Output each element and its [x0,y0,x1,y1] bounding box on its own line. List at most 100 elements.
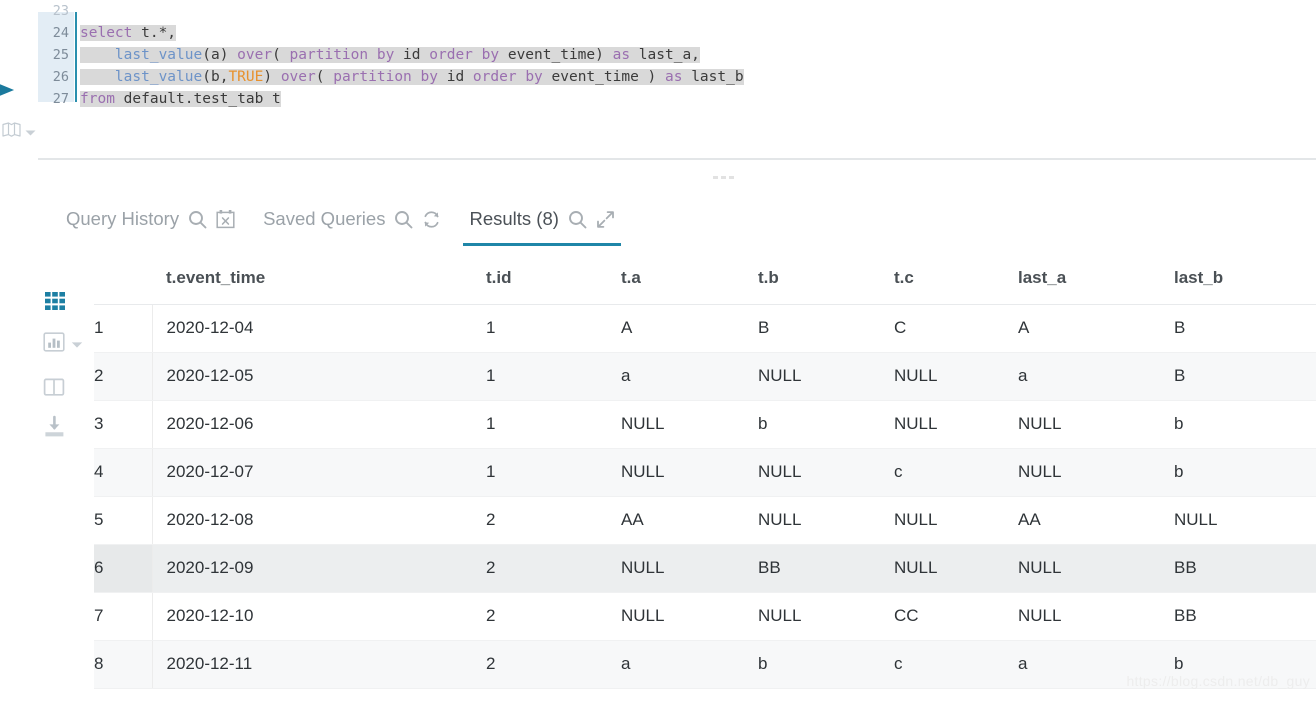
tab-results[interactable]: Results (8) [455,192,628,246]
column-header-last-a[interactable]: last_a [1004,252,1160,305]
search-icon[interactable] [188,210,207,229]
table-row[interactable]: 3 2020-12-06 1 NULL b NULL NULL b [94,400,1316,449]
cell-event-time[interactable]: 2020-12-09 [152,544,472,593]
cell-b[interactable]: NULL [744,352,880,401]
table-row[interactable]: 8 2020-12-11 2 a b c a b [94,640,1316,689]
database-browser-toggle[interactable] [2,122,36,143]
cell-event-time[interactable]: 2020-12-06 [152,400,472,449]
cell-b[interactable]: B [744,304,880,353]
cell-a[interactable]: NULL [607,544,744,593]
cell-last-b[interactable]: b [1160,400,1316,449]
cell-c[interactable]: NULL [880,352,1004,401]
cell-c[interactable]: c [880,448,1004,497]
cell-b[interactable]: b [744,400,880,449]
panel-splitter[interactable] [38,158,1316,160]
cell-last-a[interactable]: a [1004,352,1160,401]
cell-event-time[interactable]: 2020-12-08 [152,496,472,545]
cell-a[interactable]: a [607,640,744,689]
cell-event-time[interactable]: 2020-12-07 [152,448,472,497]
cell-c[interactable]: C [880,304,1004,353]
table-row[interactable]: 2 2020-12-05 1 a NULL NULL a B [94,352,1316,401]
table-row[interactable]: 4 2020-12-07 1 NULL NULL c NULL b [94,448,1316,497]
cell-last-b[interactable]: b [1160,448,1316,497]
cell-id[interactable]: 1 [472,304,607,353]
cell-last-b[interactable]: B [1160,304,1316,353]
cell-b[interactable]: NULL [744,496,880,545]
download-icon[interactable] [38,415,67,439]
cell-b[interactable]: b [744,640,880,689]
cell-event-time[interactable]: 2020-12-11 [152,640,472,689]
expand-icon[interactable] [596,210,615,229]
cell-b[interactable]: NULL [744,592,880,641]
cell-a[interactable]: NULL [607,448,744,497]
cell-b[interactable]: BB [744,544,880,593]
column-header-b[interactable]: t.b [744,252,880,305]
cell-id[interactable]: 2 [472,496,607,545]
cell-last-b[interactable]: NULL [1160,496,1316,545]
tab-label: Results (8) [469,208,559,229]
cell-last-a[interactable]: NULL [1004,592,1160,641]
cell-event-time[interactable]: 2020-12-04 [152,304,472,353]
run-play-icon[interactable] [0,79,18,101]
table-row[interactable]: 6 2020-12-09 2 NULL BB NULL NULL BB [94,544,1316,593]
sql-code-area[interactable]: select t.*, last_value(a) over( partitio… [80,0,1316,160]
calendar-clear-icon[interactable] [216,209,235,229]
column-header-event-time[interactable]: t.event_time [152,252,472,305]
gutter-line-number: 25 [52,47,69,63]
cell-a[interactable]: AA [607,496,744,545]
code-line: select t.*, [80,25,177,41]
cell-last-b[interactable]: B [1160,352,1316,401]
cell-event-time[interactable]: 2020-12-10 [152,592,472,641]
cell-b[interactable]: NULL [744,448,880,497]
cell-c[interactable]: CC [880,592,1004,641]
cell-id[interactable]: 2 [472,640,607,689]
column-header-a[interactable]: t.a [607,252,744,305]
cell-last-a[interactable]: NULL [1004,448,1160,497]
cell-last-a[interactable]: a [1004,640,1160,689]
search-icon[interactable] [394,210,413,229]
cell-id[interactable]: 1 [472,448,607,497]
cell-id[interactable]: 1 [472,352,607,401]
chevron-down-icon[interactable] [71,336,83,354]
chart-view-icon [42,330,66,359]
cell-a[interactable]: NULL [607,592,744,641]
cell-id[interactable]: 2 [472,592,607,641]
results-table-container[interactable]: t.event_time t.id t.a t.b t.c last_a las… [94,252,1316,701]
chevron-down-icon[interactable] [25,124,36,142]
cell-last-a[interactable]: NULL [1004,400,1160,449]
column-header-rownum[interactable] [94,252,152,305]
tab-label: Saved Queries [263,208,386,229]
cell-id[interactable]: 1 [472,400,607,449]
cell-last-a[interactable]: A [1004,304,1160,353]
cell-event-time[interactable]: 2020-12-05 [152,352,472,401]
table-row[interactable]: 5 2020-12-08 2 AA NULL NULL AA NULL [94,496,1316,545]
columns-view-icon[interactable] [38,375,66,399]
cell-last-b[interactable]: BB [1160,544,1316,593]
cell-last-b[interactable]: BB [1160,592,1316,641]
cell-c[interactable]: NULL [880,496,1004,545]
splitter-drag-handle[interactable] [713,174,739,180]
tab-saved-queries[interactable]: Saved Queries [249,192,455,246]
editor-left-rail [0,0,38,160]
cell-last-a[interactable]: AA [1004,496,1160,545]
cell-a[interactable]: a [607,352,744,401]
column-header-id[interactable]: t.id [472,252,607,305]
cell-last-b[interactable]: b [1160,640,1316,689]
chart-view-toggle[interactable] [38,330,83,359]
column-header-c[interactable]: t.c [880,252,1004,305]
code-line: last_value(a) over( partition by id orde… [80,44,1316,66]
cell-c[interactable]: NULL [880,544,1004,593]
cell-a[interactable]: NULL [607,400,744,449]
table-row[interactable]: 7 2020-12-10 2 NULL NULL CC NULL BB [94,592,1316,641]
grid-view-icon[interactable] [38,288,68,314]
refresh-icon[interactable] [422,210,441,229]
column-header-last-b[interactable]: last_b [1160,252,1316,305]
cell-c[interactable]: NULL [880,400,1004,449]
table-row[interactable]: 1 2020-12-04 1 A B C A B [94,304,1316,353]
search-icon[interactable] [568,210,587,229]
tab-query-history[interactable]: Query History [52,192,249,246]
cell-id[interactable]: 2 [472,544,607,593]
cell-last-a[interactable]: NULL [1004,544,1160,593]
cell-a[interactable]: A [607,304,744,353]
cell-c[interactable]: c [880,640,1004,689]
